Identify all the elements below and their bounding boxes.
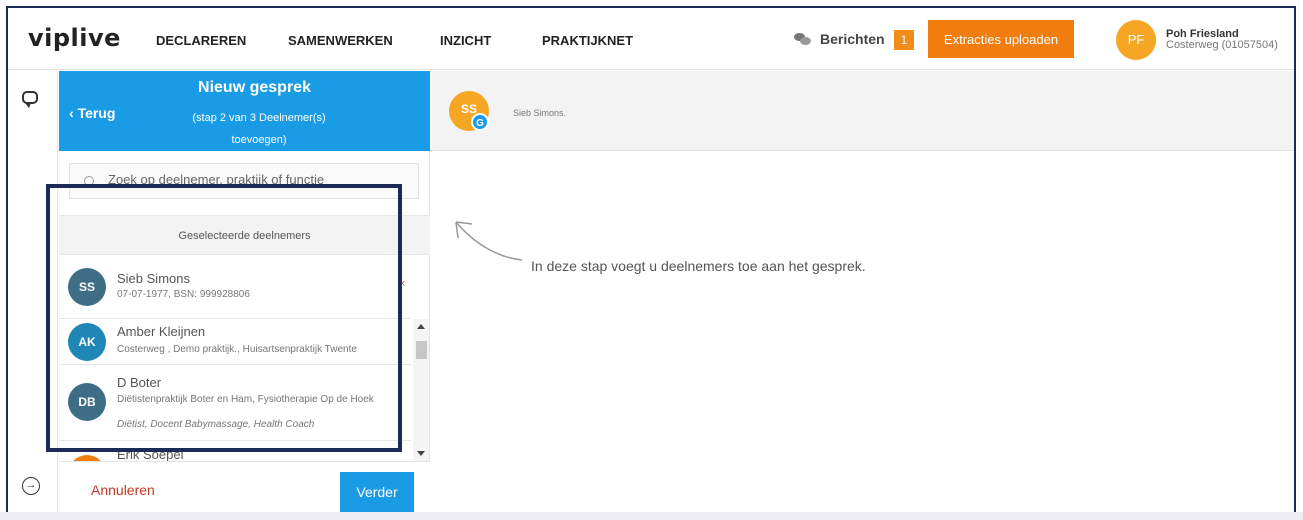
arrow-right-circle-icon[interactable]: →	[22, 477, 40, 495]
participant-role: Diëtist, Docent Babymassage, Health Coac…	[117, 419, 315, 430]
conversation-header: SS G Sieb Simons.	[431, 71, 1294, 151]
selected-participant: SS Sieb Simons 07-07-1977, BSN: 99992880…	[59, 256, 411, 319]
scroll-down-icon[interactable]	[417, 451, 425, 456]
messages-link[interactable]: Berichten	[794, 31, 885, 47]
list-item[interactable]: DB D Boter Diëtistenpraktijk Boter en Ha…	[59, 365, 411, 441]
user-location: Costerweg (01057504)	[1166, 39, 1278, 51]
app-window: viplive DECLAREREN SAMENWERKEN INZICHT P…	[6, 6, 1296, 512]
selected-participants-header: Geselecteerde deelnemers	[59, 215, 430, 255]
participant-name: D Boter	[117, 375, 162, 390]
search-icon	[84, 176, 94, 186]
panel-header: ‹ Terug Nieuw gesprek (stap 2 van 3 Deel…	[59, 71, 430, 151]
avatar: DB	[68, 383, 106, 421]
list-item[interactable]: AK Amber Kleijnen Costerweg , Demo prakt…	[59, 319, 411, 365]
conversation-participant: Sieb Simons.	[513, 108, 567, 118]
bottom-strip	[0, 512, 1303, 520]
avatar: AK	[68, 323, 106, 361]
nav-samenwerken[interactable]: SAMENWERKEN	[288, 33, 393, 48]
back-button[interactable]: ‹ Terug	[69, 105, 115, 121]
participant-name: Sieb Simons	[117, 271, 190, 286]
scroll-thumb[interactable]	[416, 341, 427, 359]
panel-footer: Annuleren Verder	[59, 461, 430, 512]
cancel-button[interactable]: Annuleren	[91, 482, 155, 498]
nav-declareren[interactable]: DECLAREREN	[156, 33, 246, 48]
panel-title: Nieuw gesprek	[198, 79, 311, 96]
upload-extractions-button[interactable]: Extracties uploaden	[928, 20, 1074, 58]
participant-name: Amber Kleijnen	[117, 324, 206, 339]
participant-info: Diëtistenpraktijk Boter en Ham, Fysiothe…	[117, 394, 374, 405]
left-rail: →	[8, 71, 58, 512]
panel-subtitle: (stap 2 van 3 Deelnemer(s) toevoegen)	[192, 112, 326, 146]
participant-name: Erik Soepel	[117, 447, 184, 461]
logo: viplive	[28, 24, 121, 52]
list-item[interactable]: ES Erik Soepel	[59, 441, 411, 461]
chat-icon[interactable]	[22, 91, 38, 108]
step-hint: In deze stap voegt u deelnemers toe aan …	[531, 258, 866, 274]
avatar: SS	[68, 268, 106, 306]
scroll-up-icon[interactable]	[417, 324, 425, 329]
participant-info: 07-07-1977, BSN: 999928806	[117, 289, 250, 300]
new-conversation-panel: ‹ Terug Nieuw gesprek (stap 2 van 3 Deel…	[59, 71, 430, 512]
participant-info: Costerweg , Demo praktijk., Huisartsenpr…	[117, 344, 357, 355]
list-scrollbar[interactable]	[413, 319, 429, 461]
curved-arrow-icon	[455, 221, 523, 261]
participant-badge: G	[471, 113, 489, 131]
messages-label: Berichten	[820, 31, 885, 47]
messages-count-badge: 1	[894, 30, 914, 50]
chevron-left-icon: ‹	[69, 105, 78, 121]
next-button[interactable]: Verder	[340, 472, 414, 512]
search-input[interactable]	[108, 172, 408, 187]
nav-praktijknet[interactable]: PRAKTIJKNET	[542, 33, 633, 48]
chat-bubbles-icon	[794, 32, 812, 46]
user-avatar[interactable]: PF	[1116, 20, 1156, 60]
search-box	[69, 163, 419, 199]
top-navigation: viplive DECLAREREN SAMENWERKEN INZICHT P…	[8, 8, 1294, 70]
remove-participant-icon[interactable]: ×	[399, 278, 405, 290]
nav-inzicht[interactable]: INZICHT	[440, 33, 491, 48]
